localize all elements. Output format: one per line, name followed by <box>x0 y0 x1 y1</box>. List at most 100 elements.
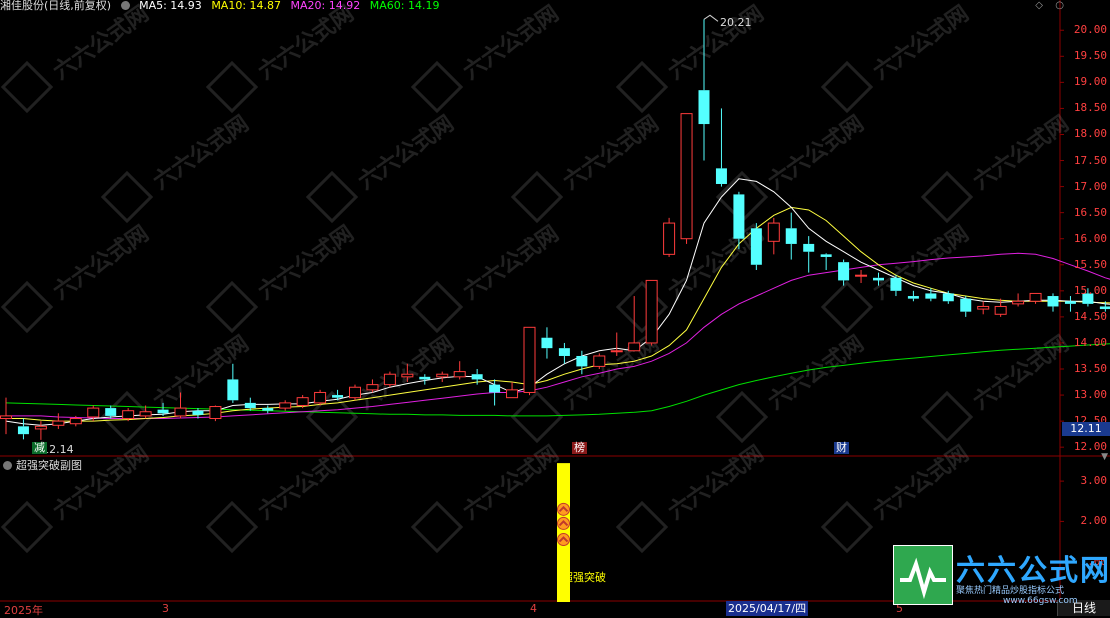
candle-body <box>629 343 640 351</box>
candle-body <box>838 262 849 280</box>
breakout-arrow-icon <box>558 534 570 546</box>
ma5-label: MA5: 14.93 <box>139 0 202 12</box>
watermark-text: 六六公式网 <box>254 1 358 85</box>
watermark-tile: 六六公式网 <box>718 331 869 441</box>
price-tick-label: 13.00 <box>1074 388 1107 401</box>
candlestick-series <box>1 15 1110 440</box>
candle-down <box>786 213 797 260</box>
watermark-tile: 六六公式网 <box>413 221 564 331</box>
candle-body <box>646 280 657 343</box>
watermark-tile: 六六公式网 <box>308 331 459 441</box>
candle-body <box>419 377 430 380</box>
candle-body <box>489 385 500 393</box>
candle-body <box>454 372 465 377</box>
candle-up <box>210 405 221 421</box>
watermark-tile: 六六公式网 <box>923 111 1074 221</box>
close-circle-icon[interactable]: ○ <box>1055 0 1064 11</box>
watermark-diamond <box>413 503 461 551</box>
watermark-diamond <box>3 63 51 111</box>
logo-mark-icon <box>893 545 953 605</box>
candle-body <box>856 275 867 276</box>
candle-body <box>681 114 692 239</box>
candle-up <box>681 114 692 244</box>
candle-body <box>576 356 587 366</box>
watermark-tile: 六六公式网 <box>618 441 769 551</box>
candle-up <box>1013 293 1024 306</box>
settings-circle-icon[interactable] <box>121 1 130 10</box>
watermark-text: 六六公式网 <box>49 1 153 85</box>
sub-panel-title[interactable]: 超强突破副图 <box>16 459 82 472</box>
candle-body <box>262 408 273 411</box>
watermark-diamond <box>413 283 461 331</box>
breakout-label: 超强突破 <box>560 572 608 584</box>
price-tick-label: 14.00 <box>1074 336 1107 349</box>
watermark-diamond <box>618 63 666 111</box>
watermark-text: 六六公式网 <box>969 111 1073 195</box>
watermark-text: 六六公式网 <box>354 111 458 195</box>
kline-chart[interactable]: 六六公式网六六公式网六六公式网六六公式网六六公式网六六公式网六六公式网六六公式网… <box>0 0 1110 616</box>
candle-body <box>1048 296 1059 306</box>
candle-up <box>768 218 779 254</box>
event-mark-cai[interactable]: 财 <box>834 442 849 454</box>
watermark-tile: 六六公式网 <box>823 1 974 111</box>
price-tick-label: 18.50 <box>1074 101 1107 114</box>
watermark-tile: 六六公式网 <box>208 221 359 331</box>
candle-body <box>315 392 326 402</box>
chevron-down-icon[interactable]: ▼ <box>1101 452 1108 462</box>
price-tick-label: 16.50 <box>1074 206 1107 219</box>
candle-body <box>1065 301 1076 304</box>
event-mark-bang[interactable]: 榜 <box>572 442 587 454</box>
candle-body <box>559 348 570 356</box>
candle-body <box>960 299 971 312</box>
price-tick-label: 19.00 <box>1074 75 1107 88</box>
watermark-diamond <box>308 173 356 221</box>
watermark-tile: 六六公式网 <box>3 1 154 111</box>
high-price-label: 20.21 <box>718 17 754 29</box>
candle-body <box>35 426 46 429</box>
watermark-diamond <box>208 503 256 551</box>
candle-up <box>524 327 535 395</box>
stock-name[interactable]: 湘佳股份(日线,前复权) <box>0 0 111 12</box>
candle-body <box>158 410 169 414</box>
watermark-tile: 六六公式网 <box>513 111 664 221</box>
candle-body <box>88 408 99 417</box>
watermark-diamond <box>208 283 256 331</box>
ma20-label: MA20: 14.92 <box>291 0 361 12</box>
candle-down <box>960 296 971 317</box>
candle-body <box>890 278 901 291</box>
candle-body <box>524 327 535 392</box>
candle-body <box>821 254 832 257</box>
candle-body <box>297 398 308 406</box>
watermark-text: 六六公式网 <box>559 111 663 195</box>
watermark-diamond <box>513 173 561 221</box>
brand-logo: 六六公式网 聚焦热门精品炒股指标公式 www.66gsw.com <box>893 545 1110 603</box>
arrow-circle <box>558 503 570 515</box>
watermark-diamond <box>618 503 666 551</box>
watermark-text: 六六公式网 <box>459 1 563 85</box>
candle-down <box>262 405 273 413</box>
watermark-text: 六六公式网 <box>254 441 358 525</box>
candle-up <box>350 385 361 401</box>
watermark-text: 六六公式网 <box>49 221 153 305</box>
candle-body <box>332 395 343 398</box>
candle-body <box>1 416 12 419</box>
candle-up <box>280 400 291 410</box>
expand-icon[interactable]: ◇ <box>1035 0 1043 11</box>
candle-body <box>350 387 361 397</box>
sub-tick-label: 2.00 <box>1081 514 1108 527</box>
arrow-circle <box>558 517 570 529</box>
watermark-diamond <box>823 63 871 111</box>
candle-up <box>507 382 518 398</box>
watermark-text: 六六公式网 <box>764 111 868 195</box>
watermark-text: 六六公式网 <box>149 331 253 415</box>
watermark-text: 六六公式网 <box>254 221 358 305</box>
candle-up <box>995 299 1006 317</box>
sub-settings-icon[interactable] <box>3 461 12 470</box>
candle-body <box>245 403 256 408</box>
watermark-text: 六六公式网 <box>869 221 973 305</box>
candle-up <box>437 372 448 382</box>
watermark-diamond <box>823 283 871 331</box>
event-mark-jian[interactable]: 减 <box>32 442 47 454</box>
candle-up <box>856 270 867 283</box>
price-tick-label: 14.50 <box>1074 310 1107 323</box>
